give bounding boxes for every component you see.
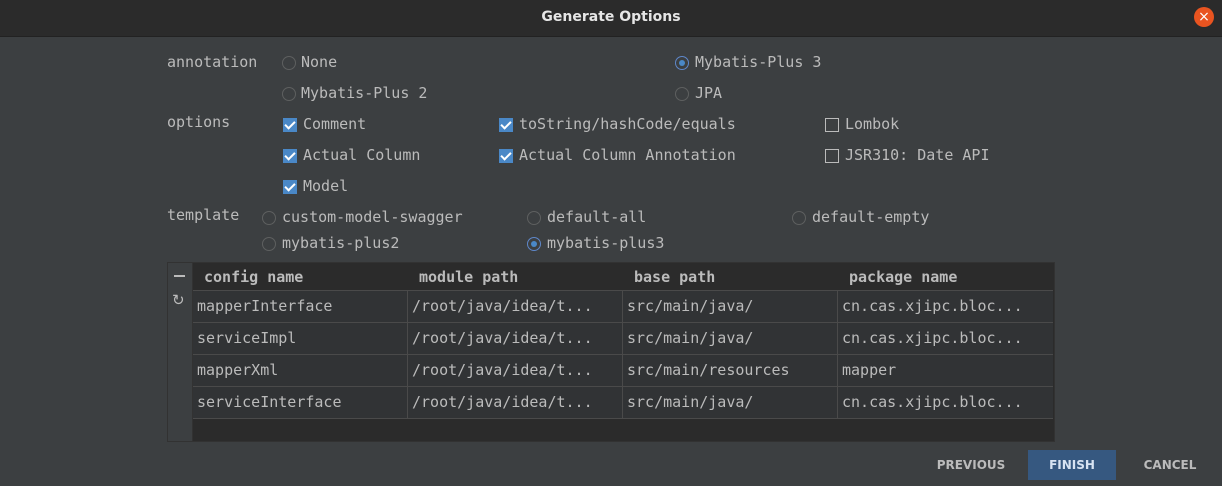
- base-path-cell[interactable]: src/main/java/: [623, 387, 838, 418]
- annotation-mybatis-plus-3-radio[interactable]: [675, 56, 689, 70]
- lombok-label[interactable]: Lombok: [845, 115, 899, 133]
- config-name-cell[interactable]: serviceInterface: [193, 387, 408, 418]
- header-package-name[interactable]: package name: [849, 268, 957, 286]
- generate-options-dialog: Generate Options × annotation None Mybat…: [0, 0, 1222, 486]
- header-module-path[interactable]: module path: [419, 268, 518, 286]
- annotation-jpa-radio[interactable]: [675, 87, 689, 101]
- table-row[interactable]: serviceInterface /root/java/idea/t... sr…: [193, 387, 1053, 418]
- annotation-mybatis-plus-2-radio[interactable]: [282, 87, 296, 101]
- table-row[interactable]: mapperXml /root/java/idea/t... src/main/…: [193, 355, 1053, 386]
- close-icon[interactable]: ×: [1194, 7, 1214, 27]
- actual-column-annotation-label[interactable]: Actual Column Annotation: [519, 146, 736, 164]
- module-path-cell[interactable]: /root/java/idea/t...: [408, 323, 623, 354]
- template-custom-model-swagger-radio[interactable]: [262, 211, 276, 225]
- jsr310-date-api-checkbox[interactable]: [825, 149, 839, 163]
- refresh-icon[interactable]: ↻: [172, 291, 185, 309]
- title-bar: Generate Options ×: [0, 0, 1222, 37]
- template-mybatis-plus3-radio[interactable]: [527, 237, 541, 251]
- package-name-cell[interactable]: cn.cas.xjipc.bloc...: [838, 323, 1053, 354]
- actual-column-checkbox[interactable]: [283, 149, 297, 163]
- annotation-mybatis-plus-2-label[interactable]: Mybatis-Plus 2: [301, 84, 427, 102]
- package-name-cell[interactable]: cn.cas.xjipc.bloc...: [838, 387, 1053, 418]
- base-path-cell[interactable]: src/main/java/: [623, 291, 838, 322]
- template-mybatis-plus3-label[interactable]: mybatis-plus3: [547, 234, 664, 252]
- module-path-cell[interactable]: /root/java/idea/t...: [408, 355, 623, 386]
- table-row[interactable]: serviceImpl /root/java/idea/t... src/mai…: [193, 323, 1053, 354]
- annotation-label: annotation: [167, 53, 258, 71]
- tostring-hashcode-equals-checkbox[interactable]: [499, 118, 513, 132]
- module-path-cell[interactable]: /root/java/idea/t...: [408, 291, 623, 322]
- annotation-jpa-label[interactable]: JPA: [695, 84, 722, 102]
- lombok-checkbox[interactable]: [825, 118, 839, 132]
- package-name-cell[interactable]: cn.cas.xjipc.bloc...: [838, 291, 1053, 322]
- previous-button[interactable]: PREVIOUS: [930, 450, 1012, 480]
- actual-column-annotation-checkbox[interactable]: [499, 149, 513, 163]
- package-name-cell[interactable]: mapper: [838, 355, 1053, 386]
- base-path-cell[interactable]: src/main/java/: [623, 323, 838, 354]
- template-label: template: [167, 206, 240, 224]
- config-name-cell[interactable]: mapperXml: [193, 355, 408, 386]
- actual-column-label[interactable]: Actual Column: [303, 146, 420, 164]
- module-path-cell[interactable]: /root/java/idea/t...: [408, 387, 623, 418]
- header-config-name[interactable]: config name: [204, 268, 303, 286]
- template-custom-model-swagger-label[interactable]: custom-model-swagger: [282, 208, 463, 226]
- finish-button[interactable]: FINISH: [1028, 450, 1116, 480]
- annotation-none-label[interactable]: None: [301, 53, 337, 71]
- template-mybatis-plus2-label[interactable]: mybatis-plus2: [282, 234, 399, 252]
- template-default-all-label[interactable]: default-all: [547, 208, 646, 226]
- annotation-mybatis-plus-3-label[interactable]: Mybatis-Plus 3: [695, 53, 821, 71]
- template-default-all-radio[interactable]: [527, 211, 541, 225]
- config-name-cell[interactable]: serviceImpl: [193, 323, 408, 354]
- base-path-cell[interactable]: src/main/resources: [623, 355, 838, 386]
- config-name-cell[interactable]: mapperInterface: [193, 291, 408, 322]
- comment-checkbox-label[interactable]: Comment: [303, 115, 366, 133]
- template-mybatis-plus2-radio[interactable]: [262, 237, 276, 251]
- remove-row-icon[interactable]: [174, 275, 185, 277]
- row-divider: [193, 418, 1053, 419]
- header-base-path[interactable]: base path: [634, 268, 715, 286]
- model-label[interactable]: Model: [303, 177, 348, 195]
- template-default-empty-radio[interactable]: [792, 211, 806, 225]
- jsr310-date-api-label[interactable]: JSR310: Date API: [845, 146, 990, 164]
- config-table: ↻ config name module path base path pack…: [167, 262, 1055, 442]
- options-label: options: [167, 113, 231, 131]
- template-default-empty-label[interactable]: default-empty: [812, 208, 929, 226]
- annotation-none-radio[interactable]: [282, 56, 296, 70]
- tostring-hashcode-equals-label[interactable]: toString/hashCode/equals: [519, 115, 736, 133]
- cancel-button[interactable]: CANCEL: [1130, 450, 1210, 480]
- table-toolbar: ↻: [168, 263, 193, 441]
- model-checkbox[interactable]: [283, 180, 297, 194]
- dialog-title: Generate Options: [541, 9, 681, 25]
- comment-checkbox[interactable]: [283, 118, 297, 132]
- table-row[interactable]: mapperInterface /root/java/idea/t... src…: [193, 291, 1053, 322]
